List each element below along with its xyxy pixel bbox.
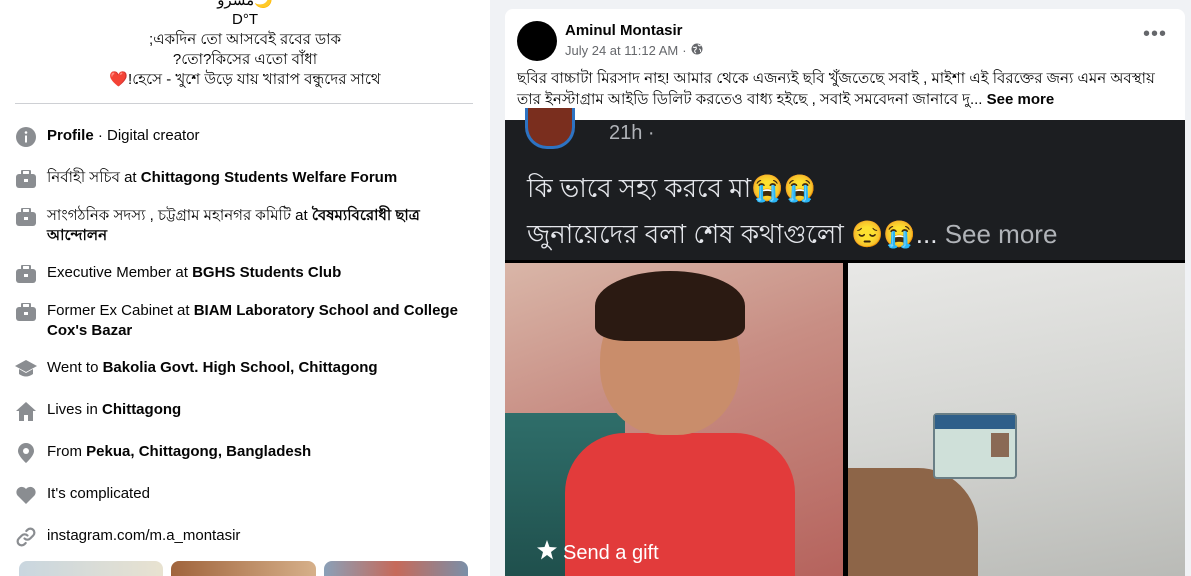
bio-line: مسرو🌙	[217, 0, 273, 9]
school-link[interactable]: Bakolia Govt. High School, Chittagong	[103, 359, 378, 376]
from-prefix: From	[47, 443, 87, 460]
intro-item-work: নির্বাহী সচিব at Chittagong Students Wel…	[15, 168, 475, 190]
shared-post-line: কি ভাবে সহ্য করবে মা😭😭	[527, 173, 816, 203]
location-pin-icon	[15, 442, 37, 464]
bio-line: D°T	[232, 11, 258, 28]
id-card-shape	[933, 413, 1017, 479]
graduation-cap-icon	[15, 358, 37, 380]
work-org-link[interactable]: BGHS Students Club	[192, 264, 341, 281]
intro-item-link: instagram.com/m.a_montasir	[15, 526, 475, 548]
shared-post-header: 21h · কি ভাবে সহ্য করবে মা😭😭 জুনায়েদের …	[505, 108, 1185, 260]
shared-post-time: 21h ·	[609, 122, 655, 144]
hand-shape	[848, 468, 978, 576]
briefcase-icon	[15, 206, 37, 228]
meta-separator: ·	[682, 43, 687, 58]
featured-photo[interactable]	[171, 561, 316, 576]
bio: مسرو🌙 D°T ;একদিন তো আসবেই রবের ডাক ?তো?ক…	[0, 0, 490, 90]
send-gift-label: Send a gift	[563, 541, 659, 564]
relationship-status: It's complicated	[47, 485, 150, 502]
divider	[15, 103, 473, 104]
shared-post-line-2: জুনায়েদের বলা শেষ কথাগুলো 😔😭... See mor…	[527, 214, 1057, 258]
info-icon	[15, 126, 37, 148]
intro-panel: مسرو🌙 D°T ;একদিন তো আসবেই রবের ডাক ?তো?ক…	[0, 0, 490, 576]
shared-see-more: See more	[944, 219, 1058, 249]
city-link[interactable]: Chittagong	[102, 401, 181, 418]
post-photo-id-card[interactable]	[848, 263, 1185, 576]
globe-icon[interactable]	[691, 43, 703, 58]
post-meta: July 24 at 11:12 AM ·	[565, 43, 703, 58]
link-icon	[15, 526, 37, 548]
heart-icon	[15, 484, 37, 506]
featured-photo[interactable]	[324, 561, 468, 576]
work-role: Executive Member at	[47, 264, 193, 281]
author-avatar[interactable]	[517, 21, 557, 61]
profile-value: · Digital creator	[93, 127, 200, 144]
intro-item-from: From Pekua, Chittagong, Bangladesh	[15, 442, 475, 464]
intro-item-work: Former Ex Cabinet at BIAM Laboratory Sch…	[15, 301, 475, 341]
bio-line: ❤️!হেসে - খুশে উড়ে যায় খারাপ বন্ধুদের …	[109, 71, 381, 88]
post-photo-child[interactable]: Send a gift	[505, 263, 843, 576]
briefcase-icon	[15, 301, 37, 323]
featured-photo[interactable]	[19, 561, 163, 576]
post-card: Aminul Montasir July 24 at 11:12 AM · ••…	[505, 9, 1185, 576]
work-role: সাংগঠনিক সদস্য , চট্টগ্রাম মহানগর কমিটি …	[47, 207, 312, 224]
intro-item-profile: Profile · Digital creator	[15, 126, 475, 148]
shared-post[interactable]: 21h · কি ভাবে সহ্য করবে মা😭😭 জুনায়েদের …	[505, 108, 1185, 576]
profile-label[interactable]: Profile	[47, 127, 94, 144]
intro-item-relationship: It's complicated	[15, 484, 475, 506]
work-role: Former Ex Cabinet at	[47, 302, 194, 319]
intro-item-work: সাংগঠনিক সদস্য , চট্টগ্রাম মহানগর কমিটি …	[15, 206, 475, 246]
briefcase-icon	[15, 168, 37, 190]
lives-prefix: Lives in	[47, 401, 103, 418]
bio-line: ?তো?কিসের এতো বাঁধা	[172, 51, 318, 68]
post-text: ছবির বাচ্চাটা মিরসাদ নাহ! আমার থেকে এজন্…	[517, 68, 1167, 110]
author-name[interactable]: Aminul Montasir	[565, 22, 683, 39]
hometown-link[interactable]: Pekua, Chittagong, Bangladesh	[86, 443, 311, 460]
more-options-icon[interactable]: •••	[1143, 24, 1167, 44]
education-prefix: Went to	[47, 359, 103, 376]
home-icon	[15, 400, 37, 422]
intro-item-lives: Lives in Chittagong	[15, 400, 475, 422]
intro-item-work: Executive Member at BGHS Students Club	[15, 263, 475, 285]
post-date[interactable]: July 24 at 11:12 AM	[565, 43, 678, 58]
work-role: নির্বাহী সচিব at	[47, 169, 141, 186]
bio-line: ;একদিন তো আসবেই রবের ডাক	[149, 31, 341, 48]
intro-item-education: Went to Bakolia Govt. High School, Chitt…	[15, 358, 475, 380]
instagram-link[interactable]: instagram.com/m.a_montasir	[47, 526, 240, 546]
briefcase-icon	[15, 263, 37, 285]
see-more-link[interactable]: See more	[987, 91, 1055, 108]
gift-icon	[537, 540, 557, 566]
hair-shape	[595, 271, 745, 341]
work-org-link[interactable]: Chittagong Students Welfare Forum	[141, 169, 397, 186]
shared-author-avatar	[525, 108, 575, 149]
post-body: ছবির বাচ্চাটা মিরসাদ নাহ! আমার থেকে এজন্…	[517, 70, 1155, 108]
send-gift-button[interactable]: Send a gift	[537, 540, 659, 566]
shared-post-line: জুনায়েদের বলা শেষ কথাগুলো 😔😭...	[527, 219, 938, 249]
